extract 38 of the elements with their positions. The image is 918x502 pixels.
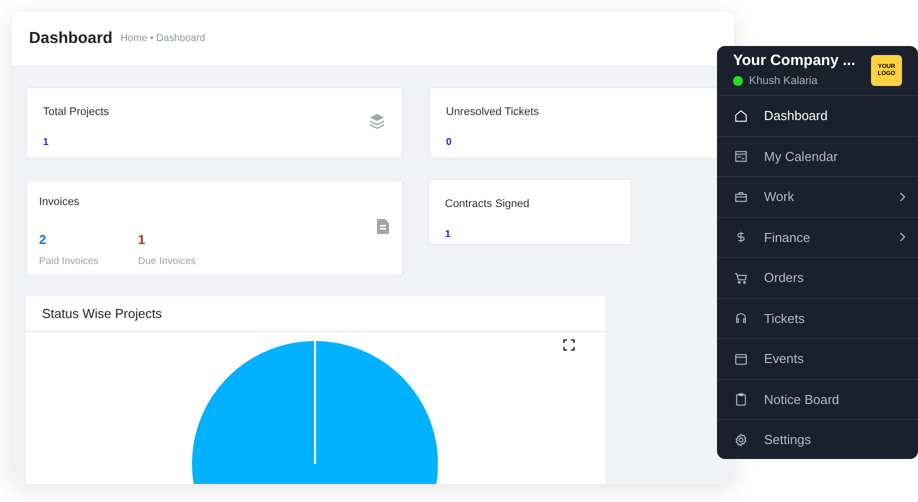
nav-item[interactable]: Dashboard <box>717 96 918 136</box>
nav-item[interactable]: Settings <box>717 420 918 459</box>
chevron-right-icon <box>899 232 906 242</box>
card-title: Unresolved Tickets <box>446 105 539 120</box>
card-value: 0 <box>446 136 453 150</box>
nav-item[interactable]: Work <box>717 177 918 218</box>
card-value: 1 <box>445 228 452 242</box>
home-icon <box>734 108 748 123</box>
card-title: Contracts Signed <box>445 197 530 212</box>
document-icon <box>377 219 389 234</box>
panel-title: Status Wise Projects <box>42 304 162 323</box>
clipboard-icon <box>734 392 748 406</box>
nav-item[interactable]: Finance <box>717 218 918 258</box>
nav-item[interactable]: Notice Board <box>717 380 918 420</box>
calendar-icon <box>734 149 748 164</box>
nav-item[interactable]: Orders <box>717 258 918 298</box>
card-title: Invoices <box>39 195 80 210</box>
cart-icon <box>734 270 748 285</box>
user-name: Khush Kalaria <box>749 74 818 89</box>
stat-label: Due Invoices <box>138 255 197 269</box>
layers-icon <box>369 113 385 129</box>
headset-icon <box>734 311 748 326</box>
page-title: Dashboard <box>29 28 113 48</box>
card-value: 1 <box>43 136 50 150</box>
briefcase-icon <box>734 190 748 204</box>
chevron-right-icon <box>899 192 906 202</box>
stat-value: 2 <box>39 230 48 248</box>
breadcrumb: Home • Dashboard <box>120 32 206 46</box>
company-name: Your Company ... <box>733 52 856 71</box>
nav-item[interactable]: My Calendar <box>717 136 918 177</box>
card-title: Total Projects <box>43 105 110 120</box>
fullscreen-icon[interactable] <box>563 339 575 351</box>
stat-value: 1 <box>138 230 146 248</box>
stat-label: Paid Invoices <box>39 255 100 269</box>
calendar-icon <box>734 352 748 366</box>
settings-icon <box>734 432 748 447</box>
nav-item[interactable]: Tickets <box>717 298 918 339</box>
nav-item[interactable]: Events <box>717 339 918 380</box>
